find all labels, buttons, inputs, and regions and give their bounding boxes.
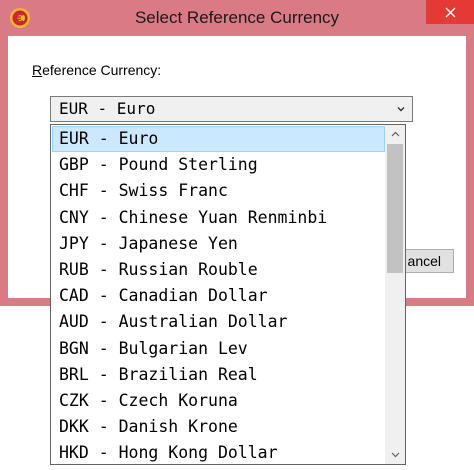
currency-option[interactable]: CZK - Czech Koruna [52, 388, 385, 414]
cancel-button-label: ancel [407, 253, 441, 269]
dropdown-scrollbar[interactable] [385, 125, 405, 464]
currency-options: EUR - Euro GBP - Pound Sterling CHF - Swis… [52, 126, 385, 464]
reference-currency-label: Reference Currency: [32, 62, 161, 78]
currency-dropdown-list[interactable]: EUR - Euro GBP - Pound Sterling CHF - Swis… [50, 124, 406, 465]
selected-currency-value: EUR - Euro [59, 99, 156, 118]
label-text: eference Currency: [42, 62, 162, 78]
currency-option[interactable]: CAD - Canadian Dollar [52, 283, 385, 309]
currency-option[interactable]: CNY - Chinese Yuan Renminbi [52, 205, 385, 231]
scrollbar-thumb[interactable] [387, 144, 403, 273]
currency-option[interactable]: HKD - Hong Kong Dollar [52, 440, 385, 464]
currency-option[interactable]: RUB - Russian Rouble [52, 257, 385, 283]
chevron-up-icon [391, 131, 399, 137]
reference-currency-select[interactable]: EUR - Euro [50, 96, 413, 122]
chevron-down-icon [391, 452, 399, 458]
close-icon [445, 7, 455, 17]
currency-option[interactable]: GBP - Pound Sterling [52, 152, 385, 178]
close-button[interactable] [426, 0, 474, 24]
title-bar[interactable]: Select Reference Currency [0, 0, 474, 36]
scroll-up-button[interactable] [385, 125, 405, 143]
currency-option[interactable]: DKK - Danish Krone [52, 414, 385, 440]
chevron-down-icon [397, 107, 405, 112]
currency-option[interactable]: JPY - Japanese Yen [52, 231, 385, 257]
currency-option[interactable]: CHF - Swiss Franc [52, 178, 385, 204]
currency-option[interactable]: BRL - Brazilian Real [52, 362, 385, 388]
currency-option[interactable]: BGN - Bulgarian Lev [52, 336, 385, 362]
currency-option[interactable]: EUR - Euro [52, 126, 385, 153]
scroll-down-button[interactable] [385, 446, 405, 464]
label-mnemonic: R [32, 62, 43, 78]
currency-option[interactable]: AUD - Australian Dollar [52, 309, 385, 335]
window-title: Select Reference Currency [134, 8, 340, 27]
